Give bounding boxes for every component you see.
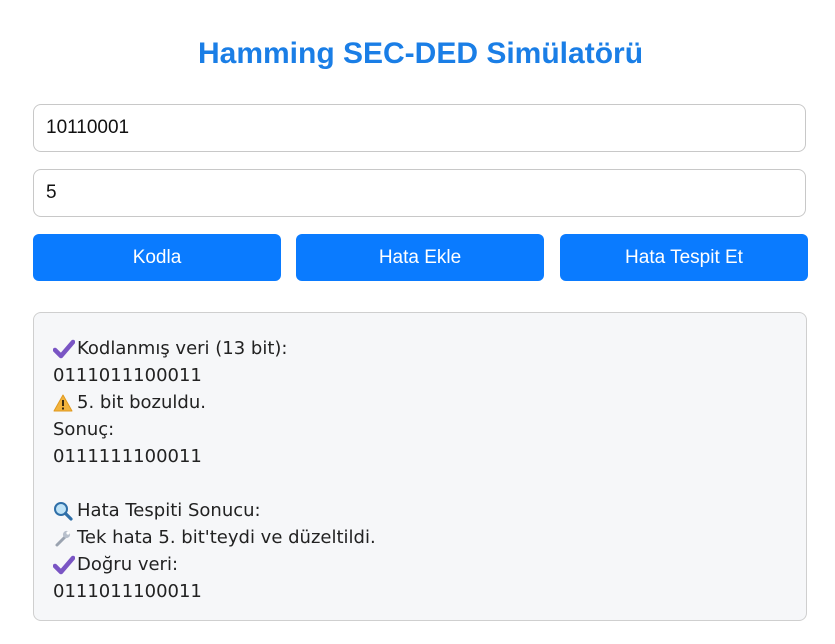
error-bit-input[interactable] (33, 169, 806, 217)
wrench-icon (53, 528, 77, 548)
corrupted-label: 5. bit bozuldu. (77, 392, 206, 413)
result-label: Sonuç: (53, 419, 115, 440)
correct-label-line: Doğru veri: (53, 551, 806, 578)
warning-icon (53, 394, 77, 412)
correct-label: Doğru veri: (77, 554, 179, 575)
detection-message: Tek hata 5. bit'teydi ve düzeltildi. (77, 527, 376, 548)
result-panel: Kodlanmış veri (13 bit): 0111011100011 5… (33, 312, 807, 621)
detection-message-line: Tek hata 5. bit'teydi ve düzeltildi. (53, 524, 806, 551)
encoded-label: Kodlanmış veri (13 bit): (77, 338, 288, 359)
encoded-label-line: Kodlanmış veri (13 bit): (53, 335, 806, 362)
add-error-button[interactable]: Hata Ekle (296, 234, 544, 281)
encode-button[interactable]: Kodla (33, 234, 281, 281)
corrupted-value: 0111111100011 (53, 446, 202, 467)
corrupted-label-line: 5. bit bozuldu. (53, 389, 806, 416)
check-mark-icon (53, 555, 77, 575)
encoded-value: 0111011100011 (53, 365, 202, 386)
data-input[interactable] (33, 104, 806, 152)
correct-value: 0111011100011 (53, 581, 202, 602)
check-mark-icon (53, 339, 77, 359)
page-title: Hamming SEC-DED Simülatörü (197, 37, 644, 70)
magnifier-icon (53, 501, 77, 521)
detection-label: Hata Tespiti Sonucu: (77, 500, 261, 521)
detection-label-line: Hata Tespiti Sonucu: (53, 497, 806, 524)
detect-error-button[interactable]: Hata Tespit Et (560, 234, 808, 281)
